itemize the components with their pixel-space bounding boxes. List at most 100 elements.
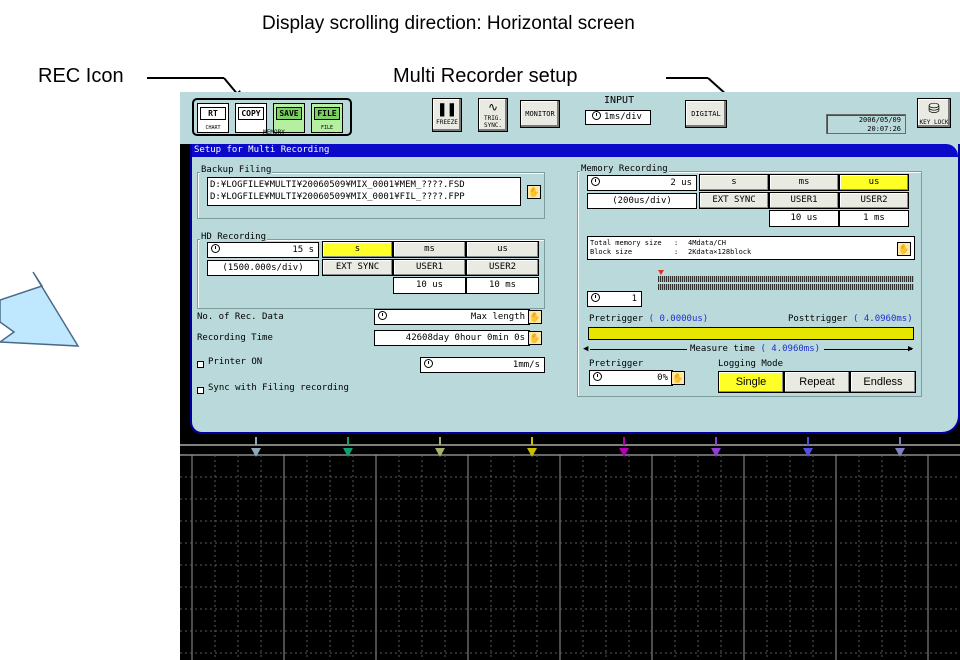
hd-ext-sync-button[interactable]: EXT SYNC	[322, 259, 393, 276]
posttrigger-info-text: Posttrigger	[788, 314, 848, 324]
memory-block	[744, 276, 746, 282]
measure-arrow-right	[824, 349, 912, 350]
trig-sync-button[interactable]: ∿ TRIG. SYNC.	[478, 98, 508, 132]
memory-block	[730, 284, 732, 290]
memory-block	[838, 276, 840, 282]
memory-block	[850, 276, 852, 282]
logging-mode-label: Logging Mode	[718, 359, 784, 369]
clock-icon	[592, 111, 601, 120]
monitor-button[interactable]: MONITOR	[520, 100, 560, 128]
memory-block	[700, 276, 702, 282]
hd-user2-button[interactable]: USER2	[466, 259, 539, 276]
memory-block	[900, 276, 902, 282]
block-index-value: 1	[631, 294, 637, 304]
backup-path-1: D:¥LOGFILE¥MULTI¥20060509¥MIX_0001¥MEM_?…	[210, 180, 465, 190]
memory-block	[780, 276, 782, 282]
key-lock-button[interactable]: ⛁ KEY LOCK	[917, 98, 951, 128]
memory-block	[806, 284, 808, 290]
pretrigger-input[interactable]: 0%	[589, 370, 673, 386]
memory-block	[834, 284, 836, 290]
printer-on-checkbox[interactable]	[197, 361, 204, 368]
memory-block	[844, 276, 846, 282]
memory-block	[744, 284, 746, 290]
logging-single-button[interactable]: Single	[718, 371, 784, 393]
memory-block	[802, 284, 804, 290]
hand-pointer-icon[interactable]: ✋	[528, 310, 542, 324]
memory-user1-button[interactable]: USER1	[769, 192, 839, 209]
memory-block	[878, 284, 880, 290]
hd-unit-us-button[interactable]: us	[466, 241, 539, 258]
freeze-button[interactable]: ❚❚ FREEZE	[432, 98, 462, 132]
memory-block	[826, 284, 828, 290]
memory-block	[894, 276, 896, 282]
memory-block	[734, 276, 736, 282]
hd-user1-button[interactable]: USER1	[393, 259, 466, 276]
memory-block	[676, 284, 678, 290]
memory-block	[862, 284, 864, 290]
memory-block	[852, 276, 854, 282]
hand-pointer-icon[interactable]: ✋	[528, 331, 542, 345]
memory-time-input[interactable]: 2 us	[587, 175, 697, 191]
memory-unit-ms-button[interactable]: ms	[769, 174, 839, 191]
file-button[interactable]: FILE FILE	[311, 103, 343, 133]
hd-time-input[interactable]: 15 s	[207, 242, 319, 258]
logging-repeat-button[interactable]: Repeat	[784, 371, 850, 393]
backup-path-field[interactable]: D:¥LOGFILE¥MULTI¥20060509¥MIX_0001¥MEM_?…	[207, 177, 521, 206]
memory-unit-us-button[interactable]: us	[839, 174, 909, 191]
memory-block	[762, 284, 764, 290]
hd-unit-ms-button[interactable]: ms	[393, 241, 466, 258]
memory-block	[714, 276, 716, 282]
hand-pointer-icon[interactable]: ✋	[897, 242, 911, 256]
channel-marker-icon	[619, 448, 629, 457]
rec-icon-label: REC Icon	[38, 65, 124, 87]
printer-speed-input[interactable]: 1mm/s	[420, 357, 545, 373]
trig-sync-label: TRIG. SYNC.	[483, 115, 503, 129]
hand-pointer-icon[interactable]: ✋	[671, 371, 685, 385]
memory-block	[882, 276, 884, 282]
time-div-input[interactable]: 1ms/div	[585, 110, 651, 125]
memory-block	[872, 284, 874, 290]
memory-block	[814, 276, 816, 282]
clock-icon	[593, 372, 602, 381]
memory-block	[668, 284, 670, 290]
memory-block	[886, 276, 888, 282]
recording-time-value: 42608day 0hour 0min 0s	[374, 330, 530, 346]
memory-block	[672, 276, 674, 282]
memory-block	[822, 276, 824, 282]
memory-block	[828, 276, 830, 282]
memory-block	[724, 276, 726, 282]
memory-block	[694, 276, 696, 282]
memory-block	[664, 284, 666, 290]
memory-block	[812, 284, 814, 290]
memory-block	[892, 276, 894, 282]
rec-data-input[interactable]: Max length	[374, 309, 530, 325]
sync-filing-checkbox[interactable]	[197, 387, 204, 394]
rt-label: RT	[200, 107, 226, 120]
memory-block	[846, 276, 848, 282]
memory-unit-s-button[interactable]: s	[699, 174, 769, 191]
memory-block	[854, 284, 856, 290]
pretrigger-info-text: Pretrigger	[589, 314, 644, 324]
memory-block	[794, 284, 796, 290]
measure-time-text: Measure time	[690, 344, 756, 354]
memory-block	[908, 284, 910, 290]
memory-size-info: Total memory size:4Mdata/CH Block size:2…	[587, 236, 915, 260]
memory-block	[896, 276, 898, 282]
pause-icon: ❚❚	[437, 99, 457, 118]
memory-block	[756, 276, 758, 282]
memory-block	[720, 284, 722, 290]
block-index-input[interactable]: 1	[587, 291, 642, 307]
memory-user2-button[interactable]: USER2	[839, 192, 909, 209]
rt-chart-button[interactable]: RT CHART	[197, 103, 229, 133]
hand-pointer-icon[interactable]: ✋	[527, 185, 541, 199]
logging-endless-button[interactable]: Endless	[850, 371, 916, 393]
memory-block	[688, 276, 690, 282]
memory-block	[742, 284, 744, 290]
digital-button[interactable]: DIGITAL	[685, 100, 727, 128]
multi-recorder-setup-label: Multi Recorder setup	[393, 65, 578, 87]
chart-caption: CHART	[205, 125, 221, 131]
memory-block	[816, 284, 818, 290]
memory-ext-sync-button[interactable]: EXT SYNC	[699, 192, 769, 209]
hd-unit-s-button[interactable]: s	[322, 241, 393, 258]
memory-block	[752, 276, 754, 282]
